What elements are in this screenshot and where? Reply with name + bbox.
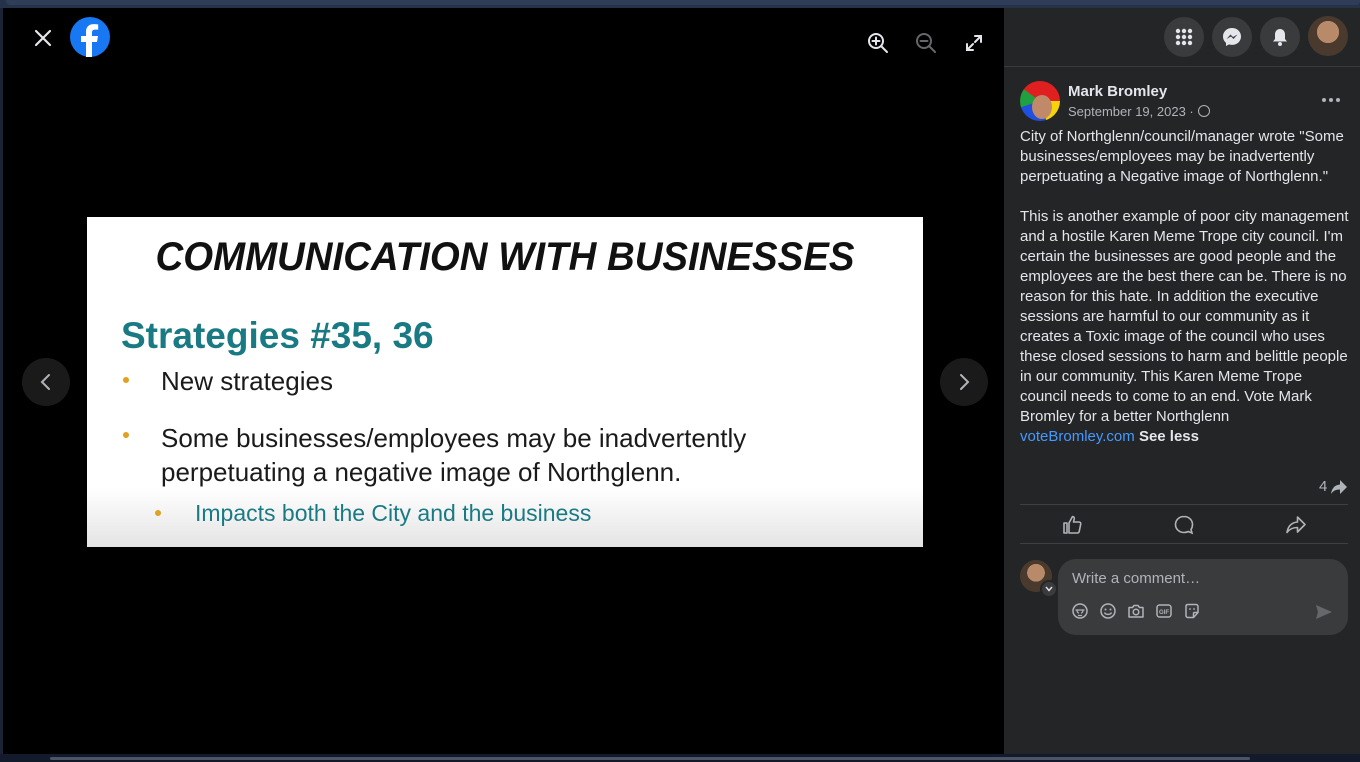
zoom-in-icon <box>868 33 888 53</box>
globe-icon <box>1197 105 1210 117</box>
post-date[interactable]: September 19, 2023 · <box>1068 104 1210 119</box>
poster-avatar[interactable] <box>1020 81 1060 121</box>
share-count[interactable]: 4 <box>1319 478 1348 495</box>
bullet-dot <box>123 377 129 383</box>
sticker-icon <box>1185 603 1199 619</box>
gif-button[interactable]: GIF <box>1154 601 1174 621</box>
emoji-icon <box>1100 603 1116 619</box>
emoji-button[interactable] <box>1098 601 1118 621</box>
bullet-dot <box>155 510 161 516</box>
comment-input[interactable] <box>1070 567 1314 589</box>
avatar-sticker-button[interactable] <box>1070 601 1090 621</box>
slide-subtitle: Strategies #35, 36 <box>121 315 434 356</box>
slide-bullet-1: New strategies <box>161 366 333 396</box>
share-icon <box>1331 479 1348 494</box>
zoom-out-icon <box>916 33 936 53</box>
notifications-button[interactable] <box>1260 17 1300 57</box>
send-button[interactable] <box>1312 601 1336 623</box>
fullscreen-button[interactable] <box>959 28 989 58</box>
poster-name[interactable]: Mark Bromley <box>1068 83 1167 100</box>
post-paragraph-2: This is another example of poor city man… <box>1020 208 1349 425</box>
photo-slide: COMMUNICATION WITH BUSINESSES Strategies… <box>87 217 923 547</box>
account-avatar[interactable] <box>1308 16 1348 56</box>
zoom-in-button[interactable] <box>863 28 893 58</box>
next-photo-button[interactable] <box>940 358 988 406</box>
share-arrow-icon <box>1286 516 1306 534</box>
grid-menu-icon <box>1175 28 1193 46</box>
comment-composer: GIF <box>1058 559 1348 635</box>
post-link[interactable]: voteBromley.com <box>1020 428 1135 445</box>
post-body: City of Northglenn/council/manager wrote… <box>1020 127 1352 447</box>
share-button[interactable] <box>1276 510 1316 540</box>
more-options-button[interactable] <box>1316 88 1346 112</box>
svg-text:GIF: GIF <box>1159 610 1169 616</box>
post-date-text[interactable]: September 19, 2023 · <box>1068 104 1194 119</box>
menu-button[interactable] <box>1164 17 1204 57</box>
close-icon <box>34 29 52 47</box>
fullscreen-icon <box>966 35 982 51</box>
divider <box>1020 543 1348 544</box>
post-side-panel: Mark Bromley September 19, 2023 · City o… <box>1004 8 1360 754</box>
like-button[interactable] <box>1052 510 1092 540</box>
slide-bullet-2: Some businesses/employees may be inadver… <box>161 423 747 487</box>
divider <box>1020 504 1348 505</box>
chevron-left-icon <box>40 374 50 390</box>
bullet-dot <box>123 432 129 438</box>
zoom-out-button[interactable] <box>911 28 941 58</box>
window-bottom-strip <box>0 754 1360 762</box>
send-icon <box>1316 605 1332 619</box>
chevron-down-icon[interactable] <box>1040 580 1058 598</box>
thumbs-up-icon <box>1063 515 1082 534</box>
gif-icon: GIF <box>1156 604 1172 618</box>
chevron-right-icon <box>960 374 970 390</box>
panel-header <box>1004 8 1360 67</box>
share-count-value: 4 <box>1319 478 1328 495</box>
slide-title: COMMUNICATION WITH BUSINESSES <box>155 235 855 279</box>
avatar-sticker-icon <box>1072 603 1088 619</box>
previous-photo-button[interactable] <box>22 358 70 406</box>
comment-button[interactable] <box>1164 510 1204 540</box>
photo-button[interactable] <box>1126 601 1146 621</box>
slide-sub-bullet: Impacts both the City and the business <box>195 500 592 526</box>
facebook-logo-icon[interactable] <box>70 17 110 57</box>
see-less-button[interactable]: See less <box>1139 428 1199 445</box>
sticker-button[interactable] <box>1182 601 1202 621</box>
post-paragraph-1: City of Northglenn/council/manager wrote… <box>1020 128 1344 185</box>
messenger-icon <box>1223 28 1241 46</box>
photo-viewer-window: COMMUNICATION WITH BUSINESSES Strategies… <box>3 8 1360 754</box>
close-button[interactable] <box>25 20 61 56</box>
window-top-strip <box>0 0 1360 8</box>
camera-icon <box>1128 604 1144 618</box>
comment-icon <box>1174 515 1194 535</box>
messenger-button[interactable] <box>1212 17 1252 57</box>
bell-icon <box>1273 29 1287 46</box>
photo-viewer: COMMUNICATION WITH BUSINESSES Strategies… <box>3 8 1004 754</box>
